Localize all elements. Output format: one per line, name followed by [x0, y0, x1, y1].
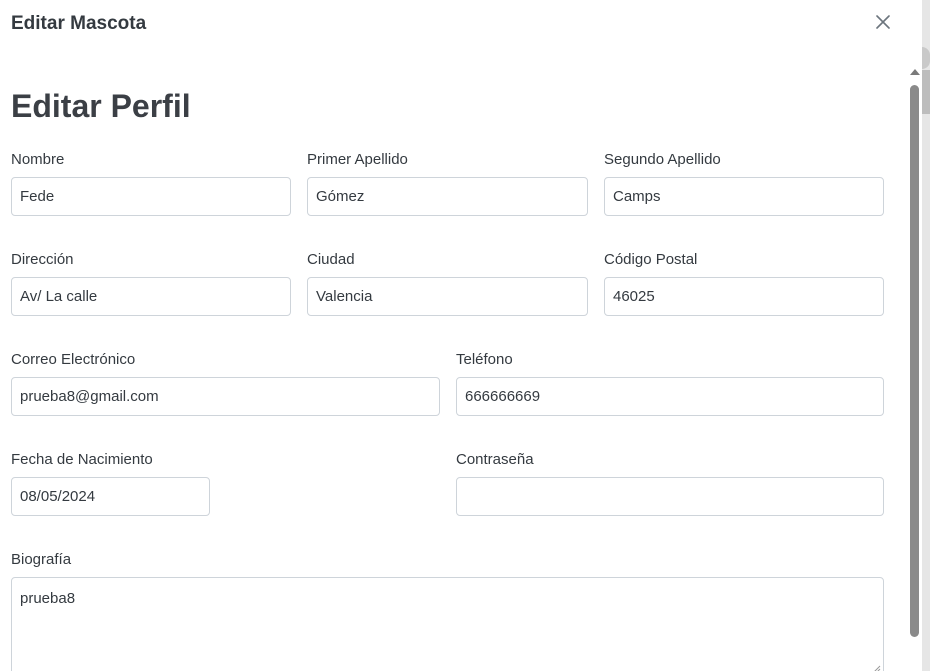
nombre-input[interactable]: Fede [11, 177, 291, 216]
page-heading: Editar Perfil [11, 88, 191, 124]
segundo-apellido-input[interactable]: Camps [604, 177, 884, 216]
nombre-label: Nombre [11, 151, 65, 168]
biografia-label: Biografía [11, 551, 72, 568]
direccion-label: Dirección [11, 251, 74, 268]
telefono-input[interactable]: 666666669 [456, 377, 884, 416]
modal-scrollbar[interactable] [906, 65, 922, 671]
fecha-nacimiento-label: Fecha de Nacimiento [11, 451, 153, 468]
codigo-postal-label: Código Postal [604, 251, 698, 268]
codigo-postal-input[interactable]: 46025 [604, 277, 884, 316]
primer-apellido-label: Primer Apellido [307, 151, 408, 168]
close-icon [876, 15, 890, 29]
scroll-up-arrow-icon[interactable] [910, 69, 920, 75]
modal-title: Editar Mascota [11, 13, 147, 34]
page-scroll-thumb[interactable] [922, 70, 930, 114]
scroll-thumb[interactable] [910, 85, 919, 637]
fecha-nacimiento-input[interactable]: 08/05/2024 [11, 477, 210, 516]
contrasena-label: Contraseña [456, 451, 534, 468]
correo-input[interactable]: prueba8@gmail.com [11, 377, 440, 416]
ciudad-label: Ciudad [307, 251, 355, 268]
biografia-value: prueba8 [20, 590, 76, 607]
resize-grip-icon[interactable] [871, 664, 881, 671]
contrasena-input[interactable] [456, 477, 884, 516]
biografia-textarea[interactable]: prueba8 [11, 577, 884, 671]
ciudad-input[interactable]: Valencia [307, 277, 588, 316]
page-scroll-button[interactable] [922, 47, 930, 69]
correo-label: Correo Electrónico [11, 351, 136, 368]
direccion-input[interactable]: Av/ La calle [11, 277, 291, 316]
telefono-label: Teléfono [456, 351, 513, 368]
page-scrollbar[interactable] [922, 0, 930, 671]
close-button[interactable] [872, 11, 894, 33]
edit-pet-modal: Editar Mascota Editar Perfil Nombre Fede… [0, 0, 922, 671]
segundo-apellido-label: Segundo Apellido [604, 151, 721, 168]
primer-apellido-input[interactable]: Gómez [307, 177, 588, 216]
